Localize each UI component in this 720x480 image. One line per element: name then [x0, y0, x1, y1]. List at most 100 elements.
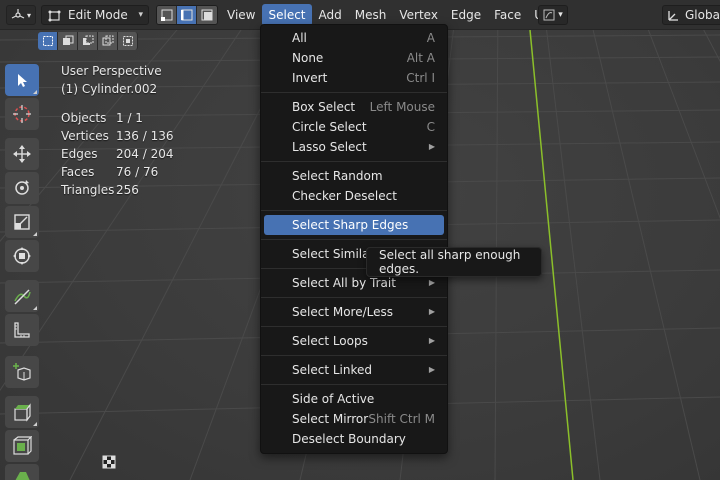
face-select-icon — [201, 9, 213, 21]
select-menu-dropdown: All A None Alt A Invert Ctrl I Box Selec… — [260, 24, 448, 454]
menu-item-lasso-select[interactable]: Lasso Select ▶ — [261, 137, 447, 157]
add-cube-tool[interactable] — [5, 356, 39, 388]
menu-item-deselect-boundary[interactable]: Deselect Boundary — [261, 429, 447, 449]
stat-label: Triangles — [61, 183, 115, 197]
menu-item-label: Lasso Select — [292, 140, 367, 154]
chevron-down-icon: ▾ — [558, 10, 563, 20]
scale-tool[interactable] — [5, 206, 39, 238]
menu-item-label: Select Linked — [292, 363, 372, 377]
scale-icon — [14, 214, 30, 230]
menu-view[interactable]: View — [221, 4, 261, 26]
menu-item-label: None — [292, 51, 324, 65]
menu-face[interactable]: Face — [488, 4, 527, 26]
menu-item-all[interactable]: All A — [261, 28, 447, 48]
select-intersect-mode[interactable] — [118, 32, 138, 50]
transform-orientation-selector[interactable]: Global — [662, 5, 720, 25]
uv-map-icon — [543, 9, 555, 21]
menu-item-select-mirror[interactable]: Select Mirror Shift Ctrl M — [261, 409, 447, 429]
menu-separator — [261, 210, 447, 211]
mode-selector[interactable]: Edit Mode ▾ — [41, 5, 149, 25]
submenu-arrow-icon: ▶ — [428, 365, 435, 374]
menu-item-box-select[interactable]: Box Select Left Mouse — [261, 97, 447, 117]
view-name: User Perspective — [61, 64, 162, 78]
stat-value: 256 — [116, 183, 139, 197]
cursor-tool[interactable] — [5, 98, 39, 130]
move-tool[interactable] — [5, 138, 39, 170]
bevel-icon — [15, 472, 30, 480]
menu-item-select-random[interactable]: Select Random — [261, 166, 447, 186]
stat-value: 76 / 76 — [116, 165, 159, 179]
menu-item-invert[interactable]: Invert Ctrl I — [261, 68, 447, 88]
menu-item-label: Deselect Boundary — [292, 432, 406, 446]
menu-item-label: Side of Active — [292, 392, 375, 406]
annotate-tool[interactable] — [5, 280, 39, 312]
viewport-text-info: User Perspective (1) Cylinder.002 Object… — [61, 62, 173, 199]
menu-item-label: Circle Select — [292, 120, 367, 134]
menu-item-shortcut: C — [426, 120, 435, 134]
menu-item-select-sharp-edges[interactable]: Select Sharp Edges — [264, 215, 444, 235]
transform-tool[interactable] — [5, 240, 39, 272]
select-difference-mode[interactable] — [98, 32, 118, 50]
edge-select-mode[interactable] — [177, 6, 197, 24]
select-difference-icon — [102, 35, 113, 46]
bevel-tool[interactable] — [5, 464, 39, 480]
chevron-down-icon: ▾ — [138, 10, 143, 20]
move-arrows-icon — [13, 145, 31, 163]
menu-item-label: Select More/Less — [292, 305, 393, 319]
menu-item-select-more-less[interactable]: Select More/Less ▶ — [261, 302, 447, 322]
menu-item-circle-select[interactable]: Circle Select C — [261, 117, 447, 137]
rotate-icon — [15, 180, 29, 195]
editor-type-selector[interactable]: ▾ — [6, 5, 36, 25]
uv-sync-selector[interactable]: ▾ — [538, 5, 568, 25]
stat-value: 204 / 204 — [116, 147, 174, 161]
select-subtract-icon — [82, 35, 93, 45]
tooltip-text: Select all sharp enough edges. — [379, 248, 521, 276]
menu-separator — [261, 239, 447, 240]
select-new-mode[interactable] — [38, 32, 58, 50]
submenu-arrow-icon: ▶ — [428, 142, 435, 151]
menu-vertex[interactable]: Vertex — [393, 4, 444, 26]
menu-bar: View Select Add Mesh Vertex Edge Face UV — [221, 4, 558, 26]
inset-tool[interactable] — [5, 430, 39, 462]
menu-select[interactable]: Select — [262, 4, 312, 26]
menu-separator — [261, 297, 447, 298]
tool-shelf — [0, 58, 44, 480]
stat-label: Edges — [61, 147, 98, 161]
rotate-tool[interactable] — [5, 172, 39, 204]
menu-item-shortcut: A — [426, 31, 435, 45]
menu-mesh[interactable]: Mesh — [349, 4, 393, 26]
menu-item-side-of-active[interactable]: Side of Active — [261, 389, 447, 409]
measure-tool[interactable] — [5, 314, 39, 346]
stat-vertices: Vertices 136 / 136 — [61, 127, 173, 145]
ruler-icon — [14, 322, 30, 338]
menu-item-select-linked[interactable]: Select Linked ▶ — [261, 360, 447, 380]
menu-add[interactable]: Add — [313, 4, 348, 26]
menu-separator — [261, 161, 447, 162]
transform-icon — [13, 247, 31, 265]
orientation-icon — [668, 10, 678, 21]
vertex-select-mode[interactable] — [157, 6, 177, 24]
menu-edge[interactable]: Edge — [445, 4, 487, 26]
viewport-shading-toggle[interactable] — [98, 452, 120, 472]
select-mode-group — [156, 5, 218, 25]
menu-item-none[interactable]: None Alt A — [261, 48, 447, 68]
stat-label: Vertices — [61, 129, 109, 143]
inset-icon — [13, 436, 32, 455]
menu-item-label: Select Loops — [292, 334, 368, 348]
extrude-tool[interactable] — [5, 396, 39, 428]
select-subtract-mode[interactable] — [78, 32, 98, 50]
select-extend-mode[interactable] — [58, 32, 78, 50]
stat-value: 1 / 1 — [116, 111, 143, 125]
add-cube-icon — [13, 363, 31, 381]
checker-cube-icon — [102, 455, 116, 469]
3d-cursor-icon — [13, 105, 31, 123]
menu-item-checker-deselect[interactable]: Checker Deselect — [261, 186, 447, 206]
stat-triangles: Triangles 256 — [61, 181, 173, 199]
select-box-tool[interactable] — [5, 64, 39, 96]
menu-item-select-loops[interactable]: Select Loops ▶ — [261, 331, 447, 351]
select-new-icon — [42, 36, 53, 46]
extrude-icon — [14, 403, 31, 422]
chevron-down-icon: ▾ — [26, 10, 31, 20]
selection-mode-toolbar — [38, 32, 138, 52]
face-select-mode[interactable] — [197, 6, 217, 24]
